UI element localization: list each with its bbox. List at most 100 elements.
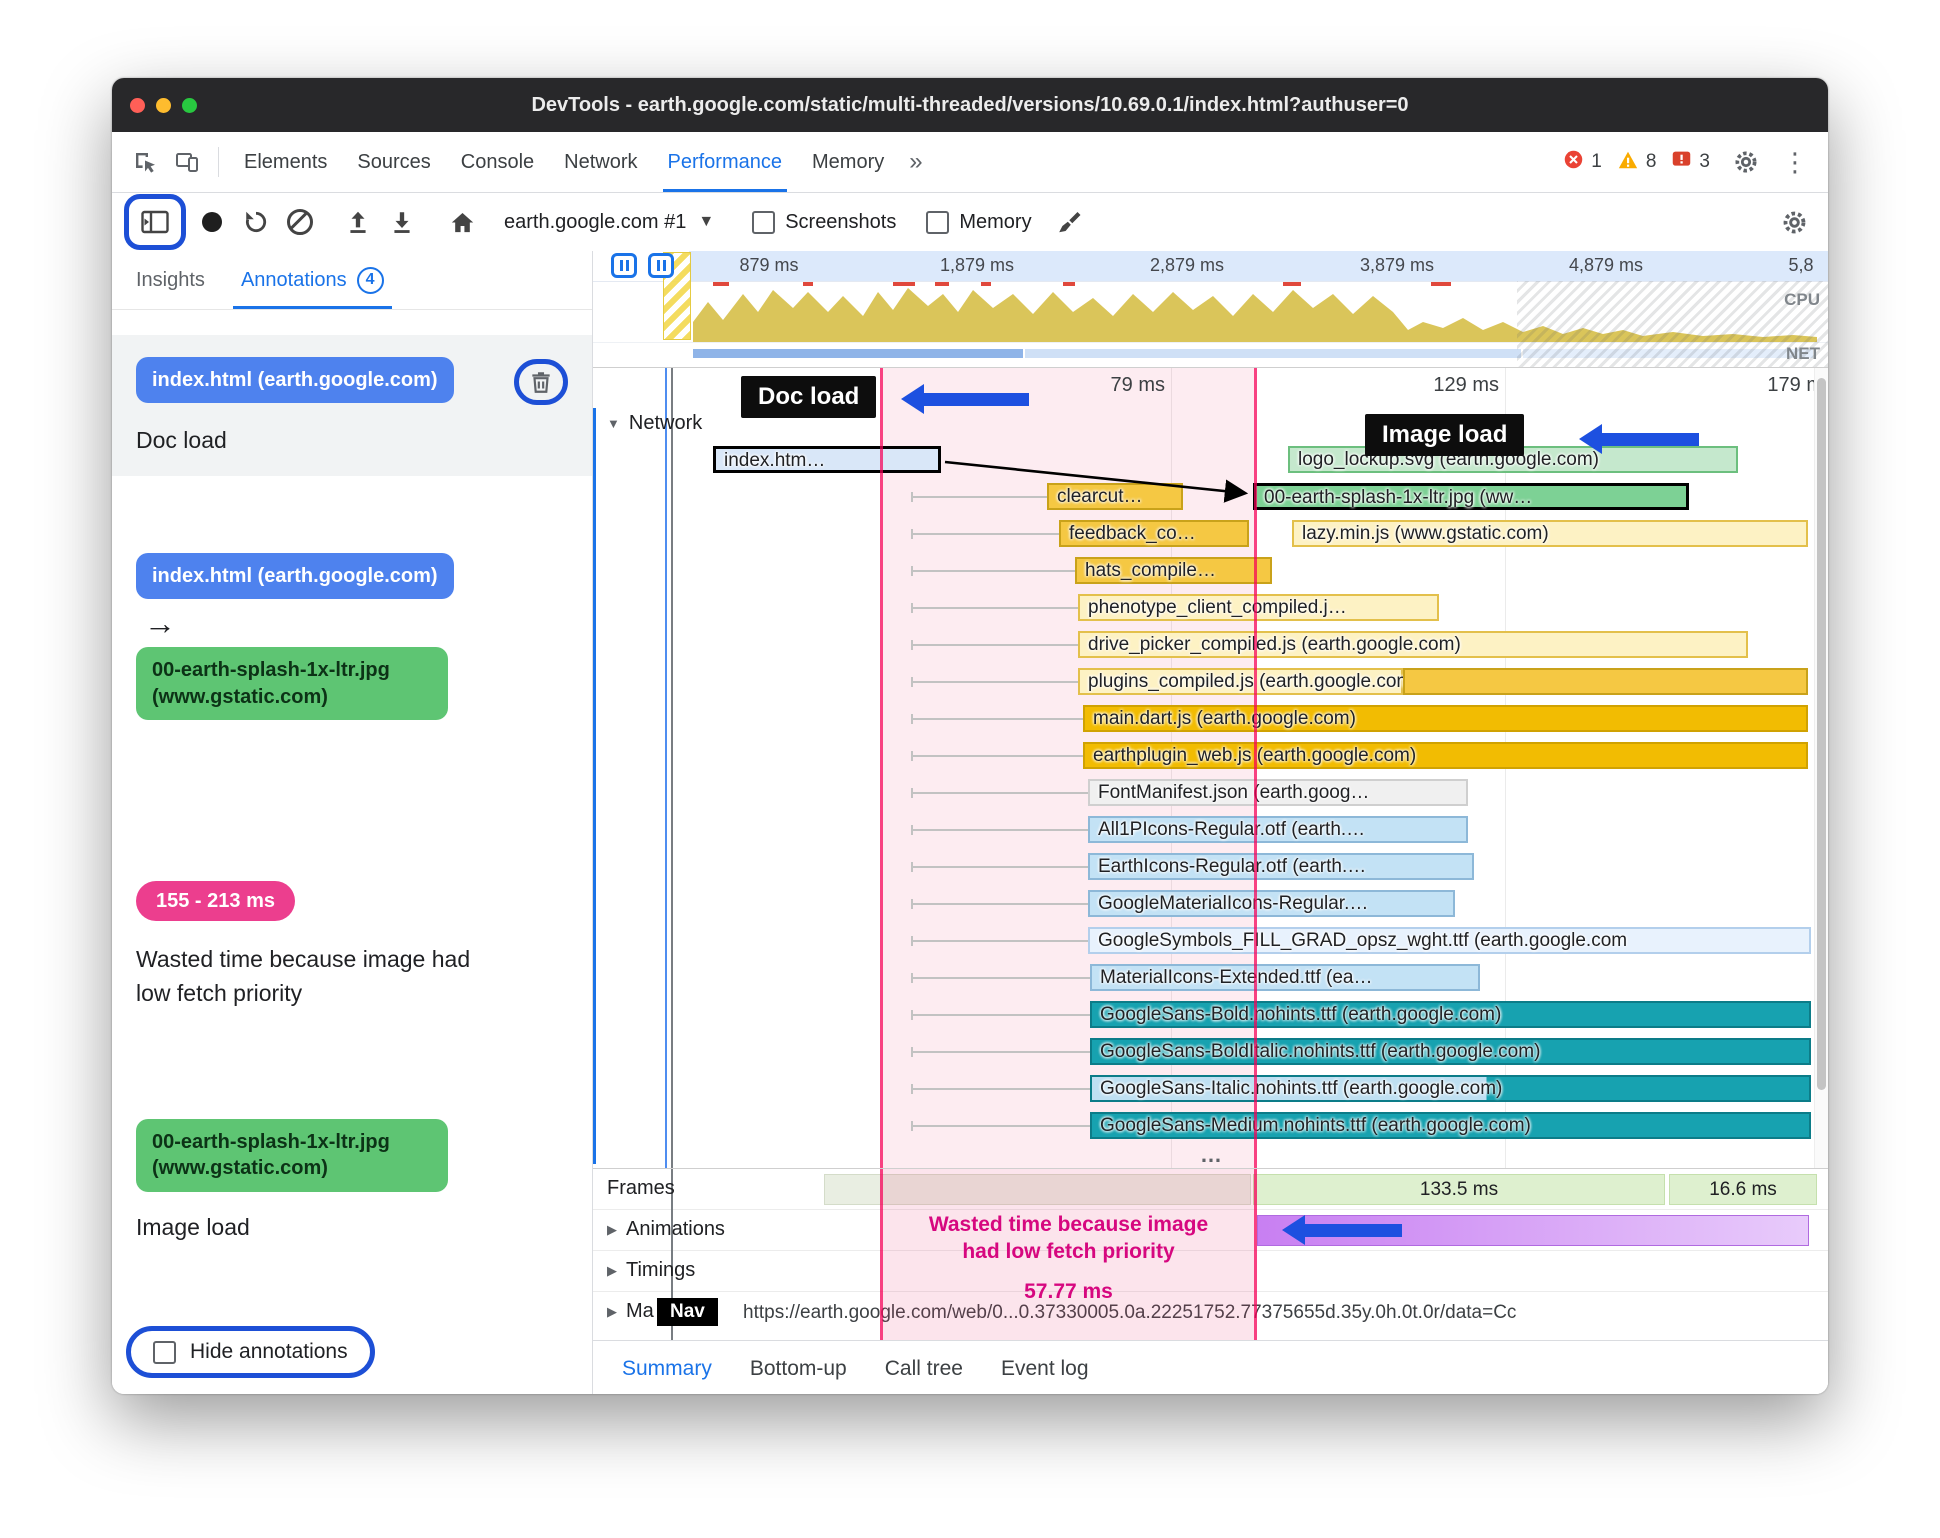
overview-tick-label: 1,879 ms bbox=[939, 255, 1015, 275]
expand-triangle-icon[interactable]: ▶ bbox=[607, 1222, 617, 1238]
tab-insights[interactable]: Insights bbox=[118, 251, 223, 309]
annotation-entry-image-load[interactable]: 00-earth-splash-1x-ltr.jpg (www.gstatic.… bbox=[112, 1119, 592, 1241]
network-request-bar[interactable]: plugins_compiled.js (earth.google.com) bbox=[1078, 668, 1419, 695]
home-icon[interactable] bbox=[440, 200, 484, 244]
more-rows-indicator[interactable]: … bbox=[1200, 1142, 1222, 1168]
timings-track-label: Timings bbox=[626, 1259, 696, 1281]
hide-annotations-checkbox[interactable] bbox=[153, 1340, 176, 1364]
request-queue-whisker bbox=[911, 973, 1090, 983]
inspect-element-icon[interactable] bbox=[124, 141, 166, 183]
network-request-bar[interactable]: hats_compile… bbox=[1075, 557, 1272, 584]
timeline-overview-minimap[interactable]: 879 ms 1,879 ms 2,879 ms 3,879 ms 4,879 ms 5,… bbox=[593, 251, 1828, 368]
vertical-scrollbar[interactable] bbox=[1814, 368, 1828, 1168]
tab-sources[interactable]: Sources bbox=[342, 132, 445, 192]
record-button[interactable] bbox=[190, 200, 234, 244]
toggle-sidebar-icon[interactable] bbox=[133, 200, 177, 244]
frame-segment[interactable]: 133.5 ms bbox=[1253, 1174, 1665, 1205]
annotation-chip-time-range[interactable]: 155 - 213 ms bbox=[136, 881, 295, 922]
net-activity-bar bbox=[1025, 349, 1521, 358]
tab-bottom-up[interactable]: Bottom-up bbox=[731, 1341, 866, 1394]
expand-triangle-icon[interactable]: ▶ bbox=[607, 1263, 617, 1279]
frames-track-label: Frames bbox=[607, 1177, 675, 1199]
close-window-button[interactable] bbox=[130, 97, 145, 113]
network-request-bar[interactable]: MaterialIcons-Extended.ttf (ea… bbox=[1090, 964, 1480, 991]
network-request-bar[interactable]: lazy.min.js (www.gstatic.com) bbox=[1292, 520, 1808, 547]
network-request-bar[interactable]: earthplugin_web.js (earth.google.com) bbox=[1083, 742, 1808, 769]
frame-segment[interactable]: 16.6 ms bbox=[1669, 1174, 1817, 1205]
network-request-bar[interactable]: phenotype_client_compiled.j… bbox=[1078, 594, 1439, 621]
kebab-menu-icon[interactable]: ⋮ bbox=[1774, 141, 1816, 183]
network-request-bar[interactable]: EarthIcons-Regular.otf (earth.… bbox=[1088, 853, 1474, 880]
tab-performance[interactable]: Performance bbox=[653, 132, 798, 192]
annotation-entry-doc-load[interactable]: index.html (earth.google.com) Doc load bbox=[112, 335, 592, 476]
tab-call-tree[interactable]: Call tree bbox=[866, 1341, 982, 1394]
network-request-bar[interactable]: FontManifest.json (earth.goog… bbox=[1088, 779, 1468, 806]
upload-profile-icon[interactable] bbox=[336, 200, 380, 244]
request-queue-whisker bbox=[911, 1121, 1090, 1131]
network-request-bar[interactable]: 00-earth-splash-1x-ltr.jpg (ww… bbox=[1253, 483, 1689, 510]
tab-annotations[interactable]: Annotations 4 bbox=[223, 251, 402, 309]
reload-and-record-icon[interactable] bbox=[234, 200, 278, 244]
minimap-left-handle[interactable] bbox=[611, 253, 637, 278]
request-label: clearcut… bbox=[1057, 486, 1143, 507]
chart-tick-label: 79 ms bbox=[1110, 374, 1165, 396]
network-request-bar[interactable]: GoogleSans-Medium.nohints.ttf (earth.goo… bbox=[1090, 1112, 1811, 1139]
network-section-header[interactable]: ▼ Network bbox=[607, 412, 702, 435]
network-request-bar[interactable] bbox=[1403, 668, 1808, 695]
clear-icon[interactable] bbox=[278, 200, 322, 244]
expand-triangle-icon[interactable]: ▶ bbox=[607, 1304, 617, 1320]
memory-checkbox[interactable] bbox=[926, 210, 950, 234]
garbage-collect-icon[interactable] bbox=[1048, 200, 1092, 244]
error-icon[interactable] bbox=[1563, 149, 1584, 175]
tab-console[interactable]: Console bbox=[446, 132, 549, 192]
delete-annotation-button[interactable] bbox=[528, 369, 554, 395]
network-request-bar[interactable]: feedback_co… bbox=[1059, 520, 1249, 547]
tab-memory[interactable]: Memory bbox=[797, 132, 899, 192]
annotation-entry-wasted-time[interactable]: 155 - 213 ms Wasted time because image h… bbox=[112, 881, 592, 1010]
target-selector[interactable]: earth.google.com #1 ▼ bbox=[504, 211, 714, 234]
tab-event-log[interactable]: Event log bbox=[982, 1341, 1108, 1394]
network-request-row: drive_picker_compiled.js (earth.google.c… bbox=[593, 631, 1817, 658]
scrollbar-thumb[interactable] bbox=[1817, 378, 1826, 1090]
issues-icon[interactable] bbox=[1671, 149, 1692, 175]
maximize-window-button[interactable] bbox=[182, 97, 197, 113]
annotation-chip-splash-jpg[interactable]: 00-earth-splash-1x-ltr.jpg (www.gstatic.… bbox=[136, 647, 448, 721]
request-label: All1PIcons-Regular.otf (earth.… bbox=[1098, 819, 1366, 840]
annotation-chip-splash-jpg[interactable]: 00-earth-splash-1x-ltr.jpg (www.gstatic.… bbox=[136, 1119, 448, 1192]
network-request-bar[interactable]: GoogleSans-BoldItalic.nohints.ttf (earth… bbox=[1090, 1038, 1811, 1065]
settings-gear-icon[interactable] bbox=[1725, 141, 1767, 183]
panel-settings-gear-icon[interactable] bbox=[1772, 200, 1816, 244]
network-request-bar[interactable]: clearcut… bbox=[1047, 483, 1183, 510]
network-request-bar[interactable]: drive_picker_compiled.js (earth.google.c… bbox=[1078, 631, 1748, 658]
warning-icon[interactable] bbox=[1617, 149, 1639, 176]
tab-summary[interactable]: Summary bbox=[603, 1341, 731, 1394]
nav-marker-chip[interactable]: Nav bbox=[657, 1298, 718, 1326]
net-track-label: NET bbox=[1786, 344, 1820, 363]
annotation-entry-link[interactable]: index.html (earth.google.com) → 00-earth… bbox=[112, 553, 592, 721]
network-request-bar[interactable]: All1PIcons-Regular.otf (earth.… bbox=[1088, 816, 1468, 843]
network-request-bar[interactable]: GoogleMaterialIcons-Regular.… bbox=[1088, 890, 1455, 917]
network-request-bar[interactable]: GoogleSymbols_FILL_GRAD_opsz_wght.ttf (e… bbox=[1088, 927, 1811, 954]
hide-annotations-label[interactable]: Hide annotations bbox=[190, 1340, 348, 1364]
tab-network[interactable]: Network bbox=[549, 132, 652, 192]
annotation-chip-index-html[interactable]: index.html (earth.google.com) bbox=[136, 357, 454, 404]
network-request-bar[interactable]: index.htm… bbox=[713, 446, 941, 473]
network-request-bar[interactable]: GoogleSans-Bold.nohints.ttf (earth.googl… bbox=[1090, 1001, 1811, 1028]
memory-toggle[interactable]: Memory bbox=[926, 210, 1032, 234]
image-load-annotation-label[interactable]: Image load bbox=[1365, 414, 1525, 456]
download-profile-icon[interactable] bbox=[380, 200, 424, 244]
request-label: GoogleSans-BoldItalic.nohints.ttf (earth… bbox=[1100, 1041, 1541, 1062]
wasted-time-duration: 57.77 ms bbox=[1024, 1279, 1113, 1303]
device-toolbar-icon[interactable] bbox=[166, 141, 208, 183]
network-request-bar[interactable]: main.dart.js (earth.google.com) bbox=[1083, 705, 1808, 732]
doc-load-annotation-label[interactable]: Doc load bbox=[741, 376, 877, 418]
network-request-bar[interactable]: GoogleSans-Italic.nohints.ttf (earth.goo… bbox=[1090, 1075, 1811, 1102]
screenshots-checkbox[interactable] bbox=[752, 210, 776, 234]
network-request-row: MaterialIcons-Extended.ttf (ea… bbox=[593, 964, 1817, 991]
tab-elements[interactable]: Elements bbox=[229, 132, 342, 192]
screenshots-toggle[interactable]: Screenshots bbox=[752, 210, 896, 234]
annotation-chip-index-html[interactable]: index.html (earth.google.com) bbox=[136, 553, 454, 600]
minimap-right-handle[interactable] bbox=[648, 253, 674, 278]
more-tabs-icon[interactable]: » bbox=[899, 148, 932, 176]
minimize-window-button[interactable] bbox=[156, 97, 171, 113]
